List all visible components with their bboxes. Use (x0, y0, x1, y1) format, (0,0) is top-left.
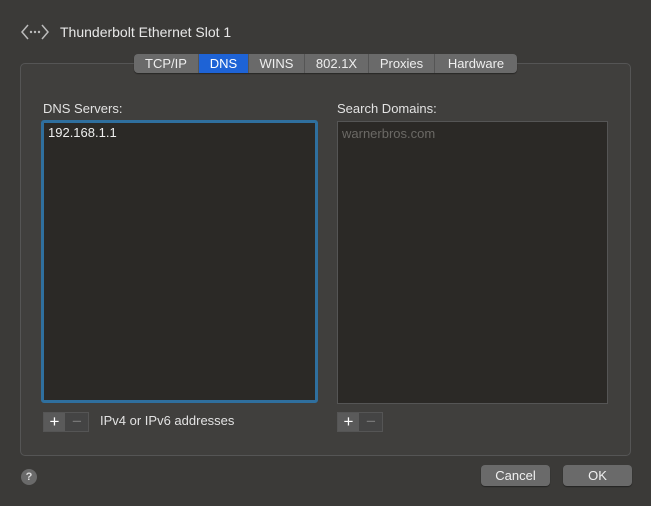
ok-button[interactable]: OK (563, 465, 632, 486)
dns-add-remove: + − (43, 412, 89, 432)
search-domains-placeholder: warnerbros.com (342, 126, 436, 141)
window-title: Thunderbolt Ethernet Slot 1 (60, 24, 232, 40)
search-remove-button[interactable]: − (360, 413, 382, 431)
network-interface-icon (21, 24, 49, 40)
tab-hardware[interactable]: Hardware (435, 54, 517, 73)
dns-servers-label: DNS Servers: (43, 101, 123, 116)
search-domains-label: Search Domains: (337, 101, 437, 116)
dns-add-button[interactable]: + (44, 413, 66, 431)
dns-remove-button[interactable]: − (66, 413, 88, 431)
tab-bar: TCP/IP DNS WINS 802.1X Proxies Hardware (134, 54, 517, 73)
tab-wins[interactable]: WINS (249, 54, 305, 73)
help-button[interactable]: ? (21, 469, 37, 485)
dns-servers-list[interactable]: 192.168.1.1 (41, 120, 318, 403)
dns-hint: IPv4 or IPv6 addresses (100, 413, 235, 428)
list-item[interactable]: 192.168.1.1 (44, 123, 315, 142)
tab-proxies[interactable]: Proxies (369, 54, 435, 73)
tab-dns[interactable]: DNS (199, 54, 249, 73)
search-add-remove: + − (337, 412, 383, 432)
tab-tcpip[interactable]: TCP/IP (134, 54, 199, 73)
cancel-button[interactable]: Cancel (481, 465, 550, 486)
search-add-button[interactable]: + (338, 413, 360, 431)
tab-8021x[interactable]: 802.1X (305, 54, 369, 73)
search-domains-list[interactable]: warnerbros.com (337, 121, 608, 404)
